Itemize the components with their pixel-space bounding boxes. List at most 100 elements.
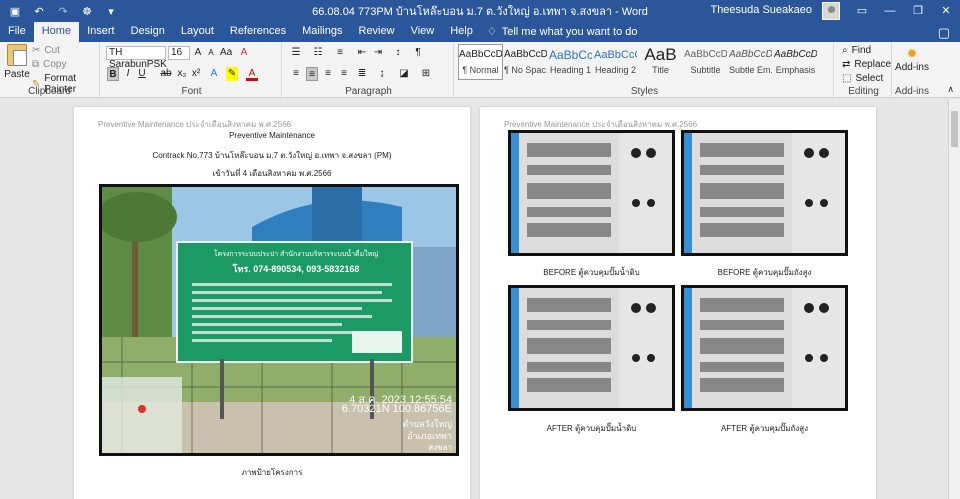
ribbon-display-options-icon[interactable]: ▭ — [848, 0, 876, 22]
bold-icon[interactable]: B — [107, 67, 119, 81]
select-icon: ⬚ — [842, 73, 852, 84]
tab-view[interactable]: View — [403, 22, 443, 42]
font-color-icon[interactable]: A — [246, 67, 258, 81]
borders-icon[interactable]: ⊞ — [420, 67, 432, 81]
justify-icon[interactable]: ≡ — [338, 67, 350, 81]
vertical-scrollbar[interactable] — [948, 99, 960, 499]
style-name: Title — [652, 65, 669, 75]
control-panel-image — [511, 288, 672, 408]
caption-before-raw[interactable]: BEFORE ตู้ควบคุมปั๊มน้ำดิบ — [508, 266, 675, 279]
touch-mode-icon[interactable]: ☸ — [80, 5, 94, 18]
style-no-spacing[interactable]: AaBbCcDd ¶ No Spac... — [503, 44, 548, 80]
find-button[interactable]: ⌕ Find — [842, 45, 871, 56]
cut-button[interactable]: ✂ Cut — [32, 45, 60, 56]
document-heading[interactable]: Preventive Maintenance — [74, 131, 470, 140]
underline-icon[interactable]: U — [136, 67, 148, 81]
subscript-icon[interactable]: x₂ — [176, 67, 188, 81]
style-emphasis[interactable]: AaBbCcDd Emphasis — [773, 44, 818, 80]
after-raw-pump-panel-photo[interactable] — [508, 285, 675, 411]
close-icon[interactable]: ✕ — [932, 0, 960, 22]
ribbon-tabs: File Home Insert Design Layout Reference… — [0, 22, 960, 42]
tab-references[interactable]: References — [222, 22, 294, 42]
caption-after-tank[interactable]: AFTER ตู้ควบคุมปั๊มถังสูง — [681, 422, 848, 435]
shading-icon[interactable]: ◪ — [398, 67, 410, 81]
customize-quick-access-icon[interactable]: ▾ — [104, 5, 118, 18]
cut-label: Cut — [44, 45, 60, 56]
photo-caption[interactable]: ภาพป้ายโครงการ — [74, 466, 470, 479]
restore-icon[interactable]: ❐ — [904, 0, 932, 22]
select-button[interactable]: ⬚ Select — [842, 73, 883, 84]
clear-formatting-icon[interactable]: A — [238, 46, 250, 60]
decrease-indent-icon[interactable]: ⇤ — [356, 46, 368, 60]
style-heading-1[interactable]: AaBbCc Heading 1 — [548, 44, 593, 80]
font-size-select[interactable]: 16 — [168, 46, 190, 60]
after-tank-pump-panel-photo[interactable] — [681, 285, 848, 411]
style-name: Heading 2 — [594, 65, 637, 75]
italic-icon[interactable]: I — [122, 67, 134, 81]
caption-before-tank[interactable]: BEFORE ตู้ควบคุมปั๊มถังสูง — [681, 266, 848, 279]
bullets-icon[interactable]: ☰ — [290, 46, 302, 60]
copy-button[interactable]: ⧉ Copy — [32, 59, 67, 70]
change-case-icon[interactable]: Aa — [220, 46, 232, 60]
tab-insert[interactable]: Insert — [79, 22, 123, 42]
tab-file[interactable]: File — [0, 22, 34, 42]
undo-icon[interactable]: ↶ — [32, 5, 46, 18]
line-spacing-icon[interactable]: ↨ — [376, 67, 388, 81]
replace-icon: ⇄ — [842, 59, 851, 70]
show-marks-icon[interactable]: ¶ — [412, 46, 424, 60]
avatar[interactable] — [822, 2, 840, 20]
shrink-font-icon[interactable]: A — [205, 46, 217, 60]
style-subtle-emphasis[interactable]: AaBbCcDd Subtle Em... — [728, 44, 773, 80]
multilevel-list-icon[interactable]: ≡ — [334, 46, 346, 60]
style-heading-2[interactable]: AaBbCcC Heading 2 — [593, 44, 638, 80]
user-name[interactable]: Theesuda Sueakaeo — [710, 4, 812, 16]
align-right-icon[interactable]: ≡ — [322, 67, 334, 81]
redo-icon[interactable]: ↷ — [56, 5, 70, 18]
thai-distributed-icon[interactable]: ≣ — [356, 67, 368, 81]
highlight-icon[interactable]: ✎ — [226, 67, 238, 81]
grow-font-icon[interactable]: A — [192, 46, 204, 60]
paste-button[interactable]: Paste — [4, 44, 30, 80]
font-name-select[interactable]: TH SarabunPSK — [106, 46, 167, 70]
comment-icon[interactable]: ▢ — [938, 25, 950, 41]
title-bar: ▣ ↶ ↷ ☸ ▾ 66.08.04 773PM บ้านโหล๊ะบอน ม.… — [0, 0, 960, 22]
style-name: Emphasis — [775, 65, 816, 75]
project-sign-photo[interactable]: โครงการระบบประปา สำนักงานบริหารระบบน้ำดื… — [99, 184, 459, 456]
scrollbar-thumb[interactable] — [951, 111, 958, 147]
save-icon[interactable]: ▣ — [8, 5, 22, 18]
before-tank-pump-panel-photo[interactable] — [681, 130, 848, 256]
copy-label: Copy — [43, 59, 67, 70]
tab-help[interactable]: Help — [442, 22, 481, 42]
superscript-icon[interactable]: x² — [190, 67, 202, 81]
tab-mailings[interactable]: Mailings — [294, 22, 350, 42]
date-line[interactable]: เข้าวันที่ 4 เดือนสิงหาคม พ.ศ.2566 — [74, 167, 470, 180]
contract-line[interactable]: Contrack No.773 บ้านโหล๊ะบอน ม.7 ต.วังให… — [74, 149, 470, 162]
clipboard-icon — [7, 44, 27, 66]
numbering-icon[interactable]: ☷ — [312, 46, 324, 60]
tab-review[interactable]: Review — [351, 22, 403, 42]
minimize-icon[interactable]: — — [876, 0, 904, 22]
text-effects-icon[interactable]: A — [208, 67, 220, 81]
style-title[interactable]: AaB Title — [638, 44, 683, 80]
sort-icon[interactable]: ↕ — [392, 46, 404, 60]
align-center-icon[interactable]: ≡ — [306, 67, 318, 81]
replace-button[interactable]: ⇄ Replace — [842, 59, 891, 70]
increase-indent-icon[interactable]: ⇥ — [372, 46, 384, 60]
collapse-ribbon-icon[interactable]: ∧ — [947, 84, 954, 95]
sign-title-text: โครงการระบบประปา สำนักงานบริหารระบบน้ำดื… — [213, 251, 379, 258]
addins-icon: ✹ — [906, 46, 918, 61]
before-raw-pump-panel-photo[interactable] — [508, 130, 675, 256]
tab-home[interactable]: Home — [33, 22, 80, 42]
tell-me-box[interactable]: ♢ Tell me what you want to do — [487, 22, 638, 42]
caption-after-raw[interactable]: AFTER ตู้ควบคุมปั๊มน้ำดิบ — [508, 422, 675, 435]
page-header: Preventive Maintenance ประจำเดือนสิงหาคม… — [98, 120, 292, 129]
strikethrough-icon[interactable]: ab — [160, 67, 172, 81]
align-left-icon[interactable]: ≡ — [290, 67, 302, 81]
style-normal[interactable]: AaBbCcDd ¶ Normal — [458, 44, 503, 80]
tab-design[interactable]: Design — [123, 22, 173, 42]
style-subtitle[interactable]: AaBbCcDd Subtitle — [683, 44, 728, 80]
addins-group-label: Add-ins — [895, 86, 929, 97]
addins-button[interactable]: ✹ Add-ins — [894, 46, 930, 73]
tab-layout[interactable]: Layout — [173, 22, 222, 42]
document-canvas: Preventive Maintenance ประจำเดือนสิงหาคม… — [0, 99, 948, 499]
